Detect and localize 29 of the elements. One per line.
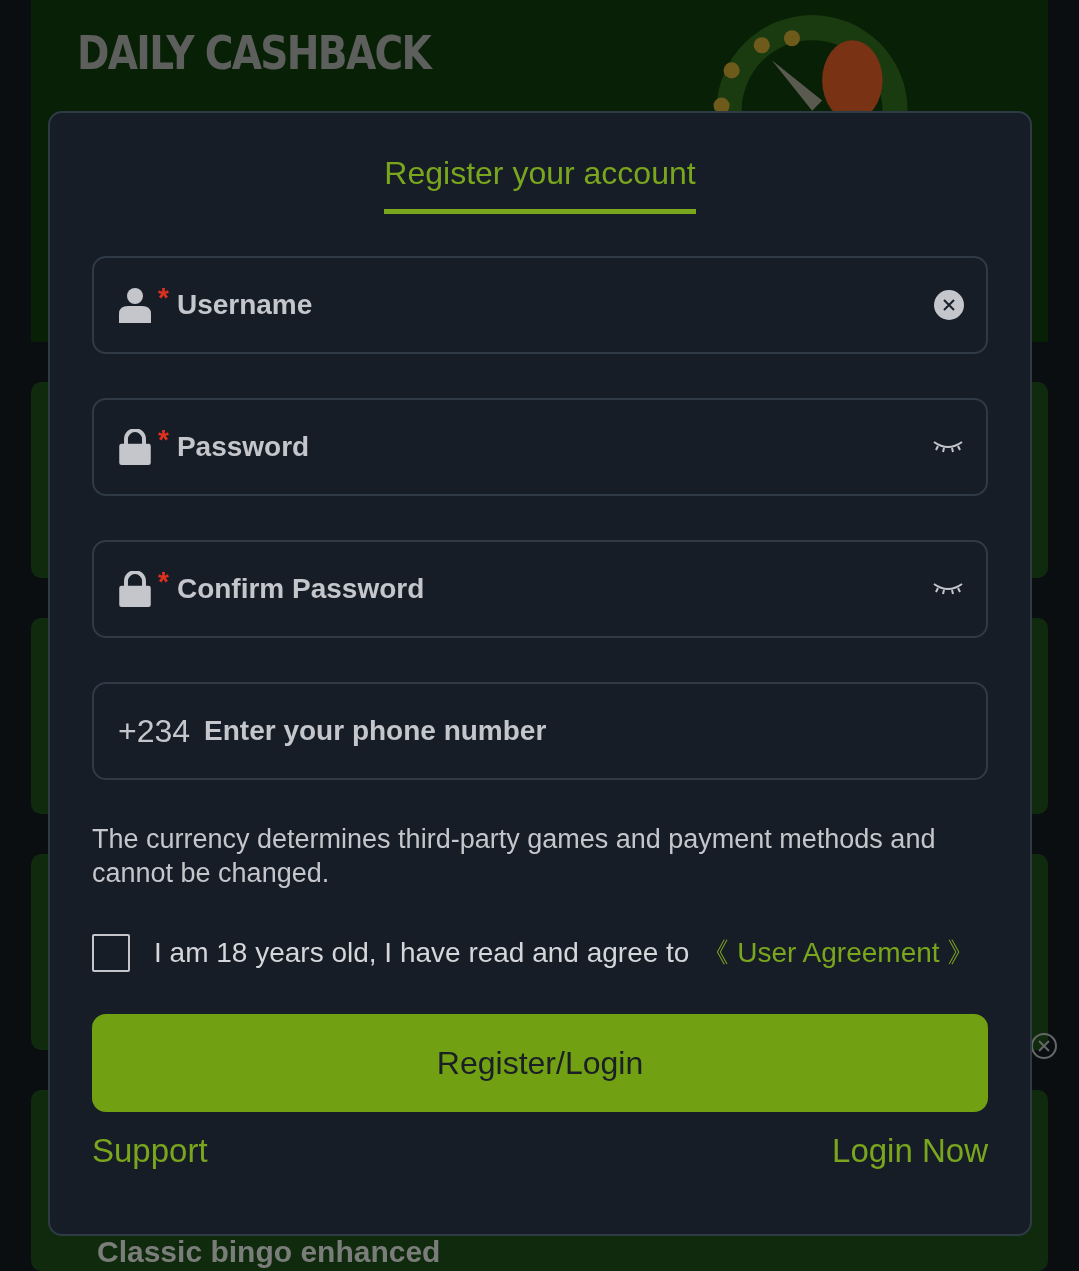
user-agreement-link[interactable]: 《 User Agreement 》	[701, 934, 976, 972]
banner-title: DAILY CASHBACK	[77, 26, 431, 80]
closed-eye-icon[interactable]	[932, 582, 964, 596]
input-field[interactable]: * Password	[92, 398, 988, 496]
agreement-text: I am 18 years old, I have read and agree to	[154, 937, 690, 969]
tab[interactable]: Register your account	[384, 153, 696, 214]
text-input[interactable]: Confirm Password	[174, 572, 926, 606]
input-field[interactable]: * Confirm Password	[92, 540, 988, 638]
agreement-checkbox[interactable]	[92, 934, 130, 972]
user-icon	[118, 287, 152, 323]
input-field[interactable]: * Username	[92, 256, 988, 354]
close-icon[interactable]	[1030, 1032, 1058, 1060]
support-link[interactable]: Support	[92, 1132, 208, 1170]
lock-icon	[118, 571, 152, 607]
text-input[interactable]: Password	[174, 430, 926, 464]
required-mark: *	[158, 424, 169, 456]
register-login-button[interactable]: Register/Login	[92, 1014, 988, 1112]
clear-icon[interactable]	[934, 290, 964, 320]
country-code: +234	[118, 712, 191, 750]
currency-notice: The currency determines third-party games and payment methods and cannot be changed.	[92, 823, 937, 890]
lock-icon	[118, 429, 152, 465]
required-mark: *	[158, 566, 169, 598]
game-caption: Classic bingo enhanced	[97, 1236, 441, 1268]
text-input[interactable]: Username	[174, 288, 928, 322]
text-input[interactable]: Enter your phone number	[202, 714, 964, 748]
input-field[interactable]: +234 Enter your phone number	[92, 682, 988, 780]
required-mark: *	[158, 282, 169, 314]
closed-eye-icon[interactable]	[932, 440, 964, 454]
login-now-link[interactable]: Login Now	[832, 1132, 988, 1170]
